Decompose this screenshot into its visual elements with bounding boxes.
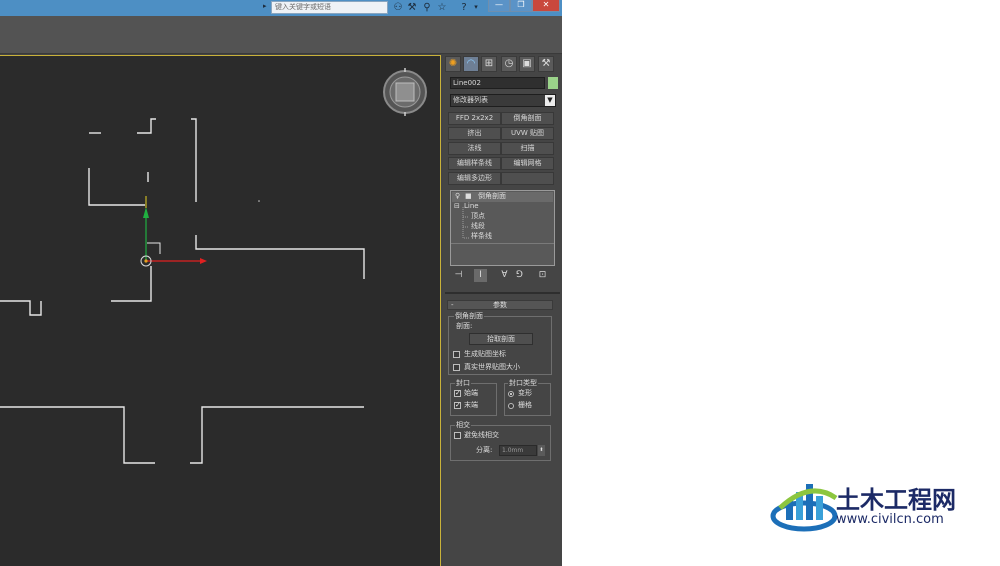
viewcube-icon [383, 68, 427, 116]
separation-spinner-icon[interactable]: ⬍ [538, 445, 545, 456]
utilities-tab-icon[interactable]: ⚒ [538, 56, 554, 72]
spline-segment [0, 300, 42, 316]
separation-input[interactable]: 1.0mm [499, 445, 537, 456]
user-icon[interactable]: ⚲ [421, 1, 433, 14]
help-icon[interactable]: ? [458, 1, 470, 14]
viewport-canvas[interactable] [0, 56, 441, 566]
create-tab-icon[interactable]: ✺ [445, 56, 461, 72]
watermark-title: 土木工程网 [836, 486, 956, 514]
avoid-self-intersect-checkbox[interactable] [454, 432, 461, 439]
real-world-map-size-checkbox[interactable] [453, 364, 460, 371]
watermark: 土木工程网 www.civilcn.com [760, 470, 990, 545]
chevron-down-icon[interactable]: ▼ [545, 95, 555, 106]
search-expand-arrow-icon[interactable]: ▸ [263, 2, 267, 10]
configure-modifier-sets-icon[interactable]: ⊡ [536, 269, 549, 282]
binoculars-icon[interactable]: ⚇ [392, 1, 404, 14]
stack-tree-lines [462, 207, 469, 239]
stack-item-bevel-profile[interactable]: 倒角剖面 [478, 192, 506, 201]
main-toolbar [0, 16, 562, 54]
object-name-field[interactable]: Line002 [450, 77, 545, 89]
help-dropdown-icon[interactable]: ▾ [470, 1, 482, 14]
modifier-list-label: 修改器列表 [453, 96, 488, 104]
spline-lines [0, 118, 365, 464]
minimize-button[interactable]: — [488, 0, 510, 12]
toggle-square-icon[interactable]: ■ [465, 192, 472, 201]
modifier-button-edit-spline[interactable]: 编辑样条线 [448, 157, 501, 170]
bevel-profile-group-title: 倒角剖面 [454, 312, 484, 321]
rollout-separator [445, 292, 560, 294]
spline-segment [137, 118, 156, 134]
light-bulb-icon[interactable]: ♀ [455, 192, 460, 201]
spline-segment [111, 266, 152, 302]
modifier-button-empty[interactable] [501, 172, 554, 185]
modifier-button-sweep[interactable]: 扫描 [501, 142, 554, 155]
intersections-group-title: 相交 [455, 421, 471, 430]
max-app-window: ▸ 键入关键字或短语 ⚇ ⚒ ⚲ ☆ ? ▾ — ❐ ✕ ✺ ◠ ⊞ ◷ ▣ ⚒… [0, 0, 562, 566]
modifier-button-bevel-profile[interactable]: 倒角剖面 [501, 112, 554, 125]
cap-type-group-title: 封口类型 [508, 379, 538, 388]
stack-divider [451, 243, 554, 244]
title-bar: ▸ 键入关键字或短语 ⚇ ⚒ ⚲ ☆ ? ▾ — ❐ ✕ [0, 0, 562, 16]
transform-gizmo [140, 196, 207, 267]
avoid-self-intersect-label: 避免线相交 [464, 431, 499, 439]
modifier-button-ffd[interactable]: FFD 2x2x2 [448, 112, 501, 125]
civilcn-logo-icon [770, 484, 838, 532]
spline-segment [190, 406, 364, 464]
make-unique-icon[interactable]: ∀ [498, 269, 511, 282]
modifier-list-dropdown[interactable]: 修改器列表 ▼ [450, 94, 556, 107]
restore-button[interactable]: ❐ [510, 0, 532, 12]
generate-mapping-label: 生成贴图坐标 [464, 350, 506, 358]
parameters-title: 参数 [493, 301, 507, 309]
object-color-swatch[interactable] [548, 77, 558, 89]
cap-start-checkbox[interactable]: ✓ [454, 390, 461, 397]
generate-mapping-checkbox[interactable] [453, 351, 460, 358]
show-end-result-icon[interactable]: Ι [474, 269, 487, 282]
separation-label: 分离: [476, 446, 493, 454]
display-tab-icon[interactable]: ▣ [519, 56, 535, 72]
profile-label: 剖面: [456, 322, 473, 330]
real-world-map-size-label: 真实世界贴图大小 [464, 363, 520, 371]
parameters-rollout-header[interactable]: - 参数 [447, 300, 553, 310]
modify-tab-icon[interactable]: ◠ [463, 56, 479, 72]
cap-type-morph-radio[interactable] [508, 391, 514, 397]
search-input[interactable]: 键入关键字或短语 [271, 1, 388, 14]
modifier-stack[interactable]: ♀ ■ 倒角剖面 ⊟ Line 顶点 线段 样条线 [450, 190, 555, 266]
spline-segment [191, 118, 197, 202]
modifier-button-extrude[interactable]: 挤出 [448, 127, 501, 140]
cap-type-morph-label: 变形 [518, 389, 532, 397]
pin-stack-icon[interactable]: ⊣ [452, 269, 465, 282]
y-axis-arrow-icon [143, 207, 149, 218]
watermark-url: www.civilcn.com [836, 512, 944, 527]
modifier-button-edit-mesh[interactable]: 编辑网格 [501, 157, 554, 170]
remove-modifier-icon[interactable]: ⅁ [513, 269, 526, 282]
close-button[interactable]: ✕ [532, 0, 560, 12]
spline-segment [0, 406, 155, 464]
cap-type-grid-radio[interactable] [508, 403, 514, 409]
hierarchy-tab-icon[interactable]: ⊞ [481, 56, 497, 72]
cap-end-checkbox[interactable]: ✓ [454, 402, 461, 409]
viewport[interactable] [0, 55, 441, 566]
favorites-star-icon[interactable]: ☆ [436, 1, 448, 14]
motion-tab-icon[interactable]: ◷ [501, 56, 517, 72]
cap-start-label: 始端 [464, 389, 478, 397]
vertex-dot [258, 200, 260, 202]
collapse-minus-icon[interactable]: - [451, 301, 454, 309]
capping-group-title: 封口 [455, 379, 471, 388]
pick-profile-button[interactable]: 拾取剖面 [469, 333, 533, 345]
cap-type-grid-label: 栅格 [518, 401, 532, 409]
modifier-button-uvw-map[interactable]: UVW 贴图 [501, 127, 554, 140]
x-axis-arrow-icon [200, 258, 207, 264]
spline-segment [88, 168, 145, 206]
modifier-button-edit-poly[interactable]: 编辑多边形 [448, 172, 501, 185]
tools-icon[interactable]: ⚒ [406, 1, 418, 14]
modifier-button-normal[interactable]: 法线 [448, 142, 501, 155]
command-panel: ✺ ◠ ⊞ ◷ ▣ ⚒ Line002 修改器列表 ▼ FFD 2x2x2 倒角… [443, 55, 562, 566]
cap-end-label: 末端 [464, 401, 478, 409]
spline-segment [195, 235, 365, 279]
